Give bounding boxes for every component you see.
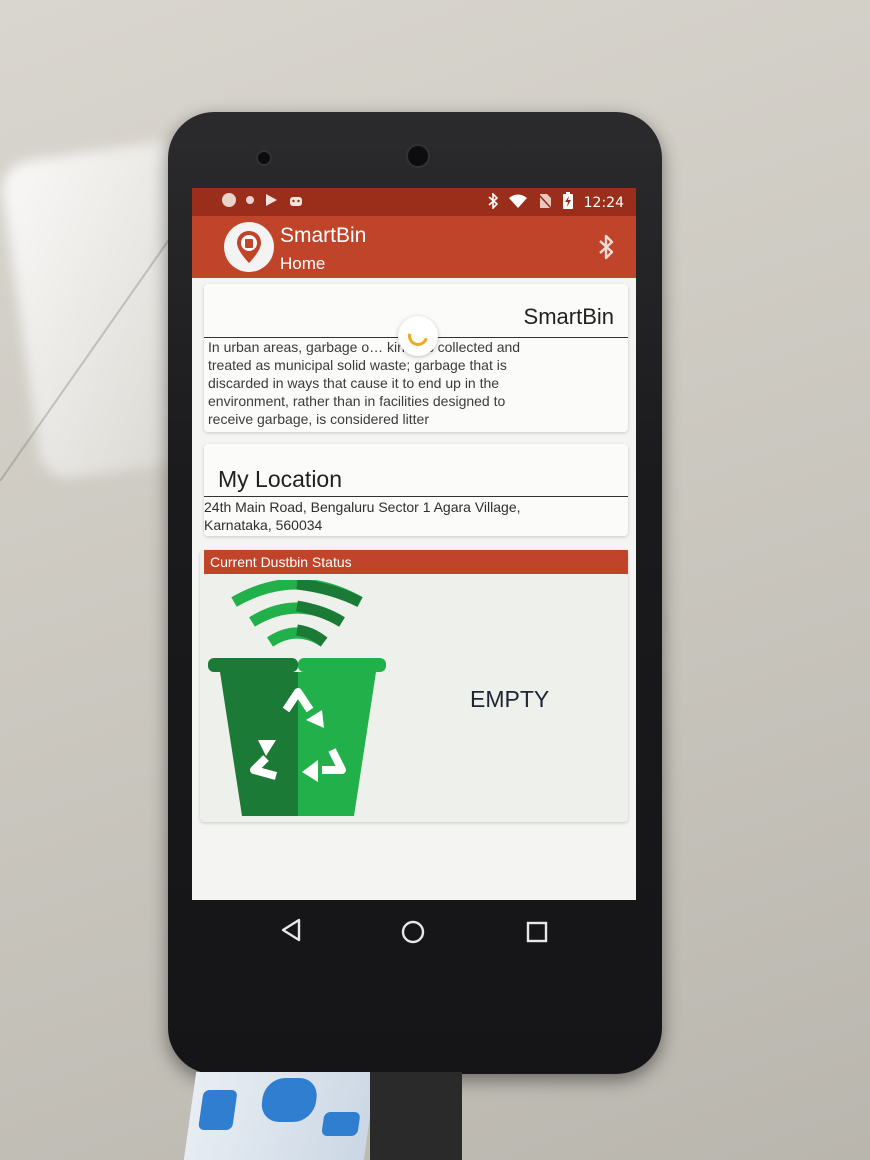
play-store-icon [264,193,278,211]
dustbin-status-value: EMPTY [470,686,550,712]
address-line: Karnataka, 560034 [204,517,323,533]
divider [204,496,628,497]
clock-time: 12:24 [583,195,624,211]
earpiece-sensor [406,144,430,168]
intro-title: SmartBin [523,304,614,329]
loading-spinner [398,316,438,356]
sticker [183,1072,377,1160]
location-pin-icon [237,231,261,263]
wifi-icon [508,193,528,213]
usb-cable [370,1072,462,1160]
location-title: My Location [218,466,343,492]
intro-text-line: treated as municipal solid waste; garbag… [208,357,507,373]
home-icon[interactable] [400,919,426,945]
front-camera [256,150,272,166]
status-card-header: Current Dustbin Status [204,550,628,574]
app-logo [224,222,274,272]
bluetooth-icon[interactable] [598,234,614,260]
app-title: SmartBin [280,224,367,247]
app-bar: SmartBin Home [192,216,636,278]
spinner-arc-icon [404,322,432,350]
phone-screen: 12:24 SmartBin Home SmartBin In urban ar… [192,188,636,900]
intro-text-line: environment, rather than in facilities d… [208,393,506,409]
no-sim-icon [538,193,552,213]
android-icon [288,193,304,211]
battery-icon [562,192,574,214]
sync-icon [222,193,236,207]
location-address: 24th Main Road, Bengaluru Sector 1 Agara… [204,498,624,534]
app-subtitle: Home [280,254,326,273]
dustbin-status-card: Current Dustbin Status EMPTY [200,550,628,822]
bluetooth-icon [488,192,498,213]
location-card: My Location 24th Main Road, Bengaluru Se… [204,444,628,536]
recents-icon[interactable] [526,921,548,943]
smart-bin-icon [208,580,386,816]
circle-icon [246,196,254,204]
intro-card: SmartBin In urban areas, garbage o… kind… [204,284,628,432]
address-line: 24th Main Road, Bengaluru Sector 1 Agara… [204,499,521,515]
status-bar: 12:24 [192,188,636,216]
back-icon[interactable] [280,918,302,942]
intro-text-line: discarded in ways that cause it to end u… [208,375,500,391]
intro-text-line: receive garbage, is considered litter [208,411,430,427]
